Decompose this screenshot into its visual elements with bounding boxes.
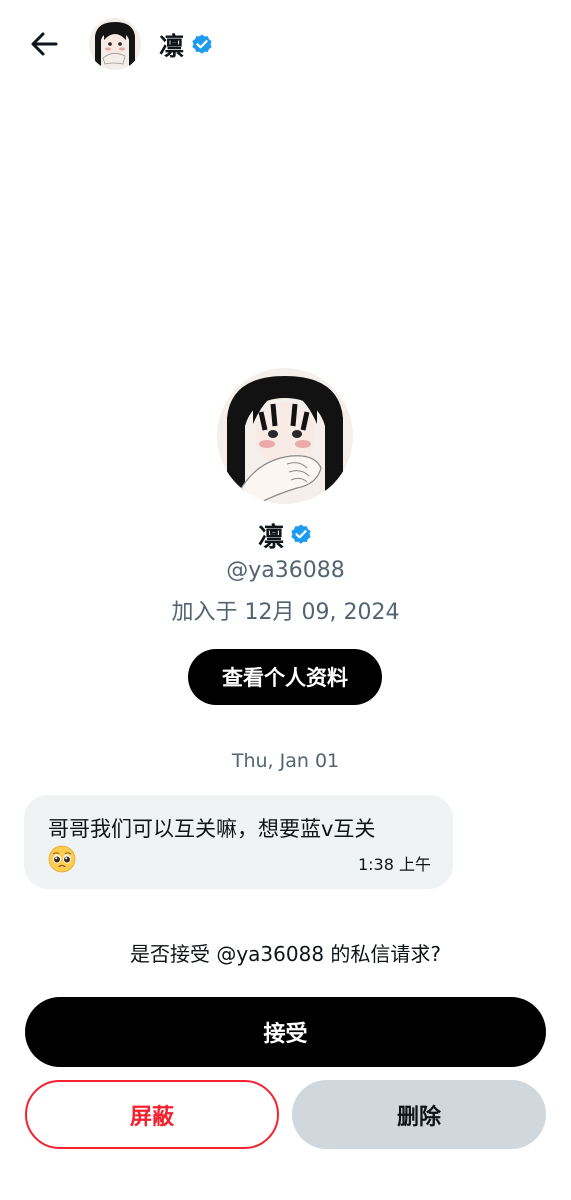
date-separator: Thu, Jan 01	[231, 750, 340, 772]
top-bar: 凛	[0, 0, 571, 90]
profile-handle: @ya36088	[226, 558, 345, 583]
arrow-left-icon	[31, 32, 58, 56]
header-display-name: 凛	[159, 32, 185, 61]
avatar-image	[217, 368, 353, 504]
delete-button[interactable]: 删除	[292, 1080, 546, 1149]
profile-avatar[interactable]	[217, 368, 353, 504]
pleading-face-emoji-icon	[48, 845, 76, 873]
avatar-image	[89, 18, 141, 70]
profile-name-row: 凛	[0, 516, 571, 554]
profile-display-name: 凛	[257, 522, 284, 553]
dm-request-screen: 凛 凛 @ya36088 加入于 12月 09, 2024 查看个人资料 Thu…	[0, 0, 571, 1200]
message-bubble[interactable]: 哥哥我们可以互关嘛，想要蓝v互关 1:38 上午	[24, 795, 453, 889]
profile-joined-date: 加入于 12月 09, 2024	[171, 600, 400, 625]
header-user[interactable]: 凛	[159, 28, 214, 62]
back-button[interactable]	[22, 24, 66, 64]
message-timestamp: 1:38 上午	[357, 855, 431, 874]
message-text: 哥哥我们可以互关嘛，想要蓝v互关	[48, 817, 376, 841]
view-profile-button[interactable]: 查看个人资料	[188, 649, 382, 705]
accept-button[interactable]: 接受	[25, 997, 546, 1067]
header-avatar[interactable]	[89, 18, 141, 70]
request-prompt: 是否接受 @ya36088 的私信请求?	[129, 942, 442, 966]
verified-badge-icon	[291, 524, 311, 544]
block-button[interactable]: 屏蔽	[25, 1080, 279, 1149]
verified-badge-icon	[192, 34, 212, 54]
